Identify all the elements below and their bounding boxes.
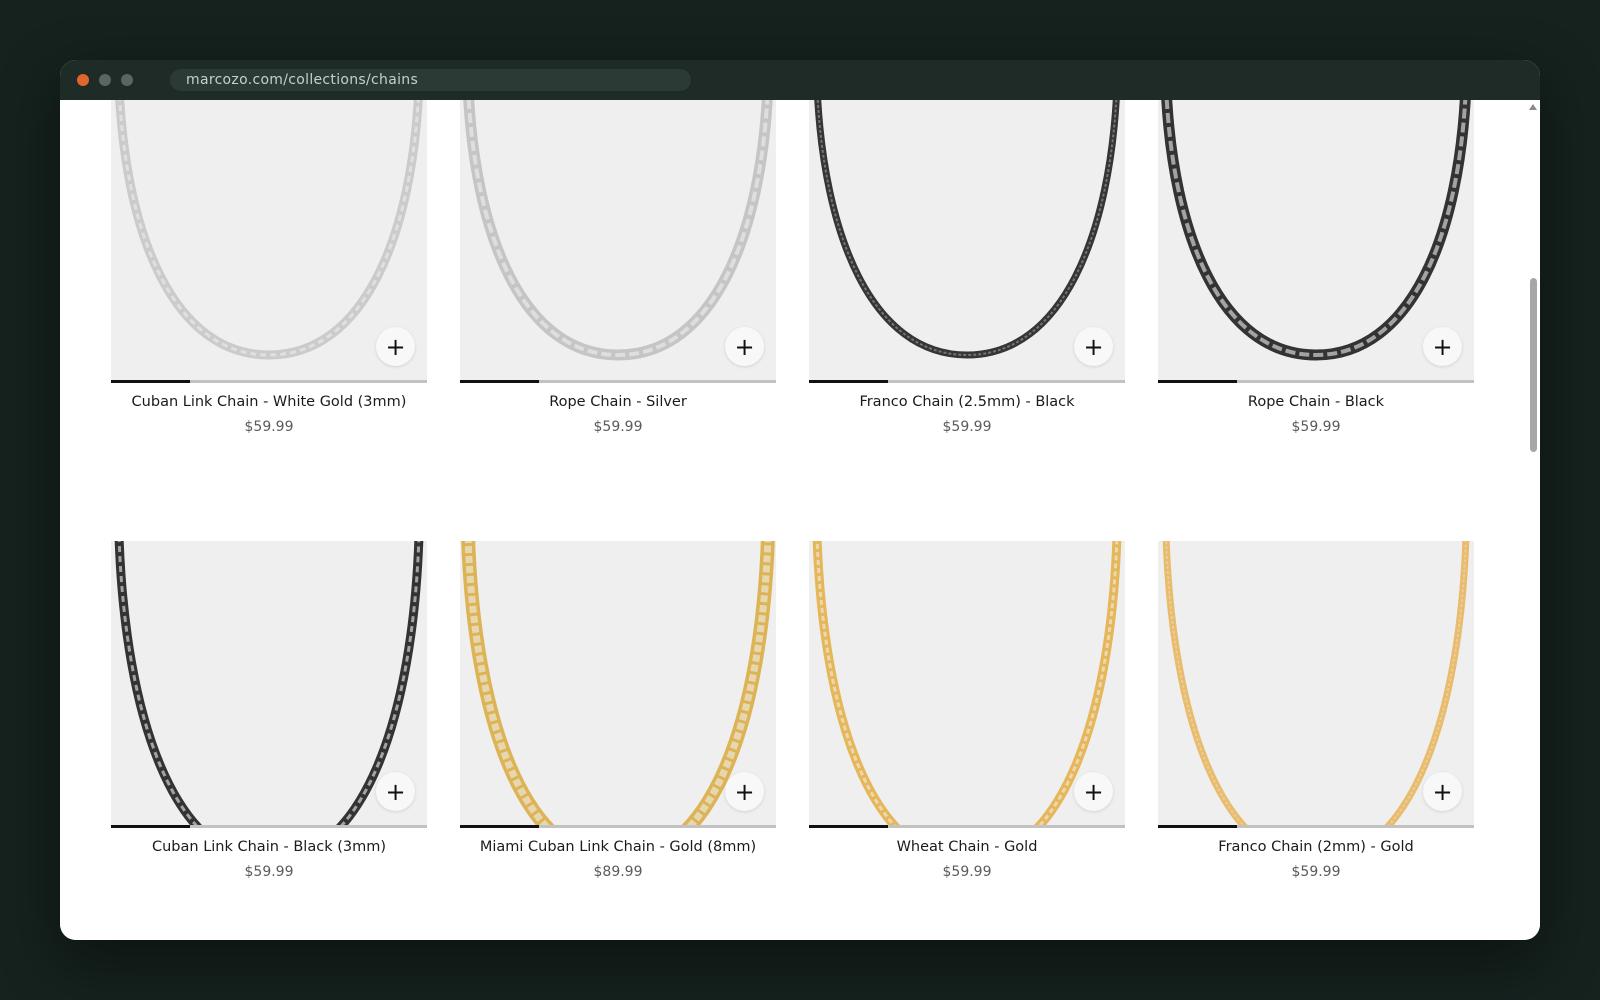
chain-strand <box>114 541 424 825</box>
product-title[interactable]: Franco Chain (2.5mm) - Black <box>809 394 1125 410</box>
chain-links <box>1165 541 1467 825</box>
chain-strand <box>1161 100 1471 361</box>
image-carousel-progress <box>809 380 1125 383</box>
carousel-progress-fill <box>1158 380 1237 383</box>
product-price: $59.99 <box>593 419 643 435</box>
image-carousel-progress <box>1158 825 1474 828</box>
carousel-progress-fill <box>809 825 888 828</box>
product-image[interactable]: + <box>460 541 776 825</box>
product-price: $59.99 <box>1291 419 1341 435</box>
product-title[interactable]: Rope Chain - Black <box>1158 394 1474 410</box>
carousel-progress-fill <box>111 380 190 383</box>
product-title[interactable]: Cuban Link Chain - White Gold (3mm) <box>111 394 427 410</box>
product-image[interactable]: + <box>111 100 427 380</box>
image-carousel-progress <box>809 825 1125 828</box>
chain-strand <box>814 100 1120 359</box>
maximize-window-button[interactable] <box>121 74 133 86</box>
product-price: $59.99 <box>244 864 294 880</box>
product-title[interactable]: Miami Cuban Link Chain - Gold (8mm) <box>460 839 776 855</box>
scrollbar-thumb[interactable] <box>1530 278 1537 452</box>
product-image[interactable]: + <box>111 541 427 825</box>
product-price: $59.99 <box>244 419 294 435</box>
product-title[interactable]: Franco Chain (2mm) - Gold <box>1158 839 1474 855</box>
carousel-progress-fill <box>111 825 190 828</box>
quick-add-button[interactable]: + <box>725 772 764 811</box>
product-card[interactable]: + Miami Cuban Link Chain - Gold (8mm) $89.… <box>460 100 776 880</box>
quick-add-button[interactable]: + <box>1074 772 1113 811</box>
browser-titlebar: marcozo.com/collections/chains <box>60 60 1540 100</box>
chain-strand <box>1162 541 1470 825</box>
page-viewport: + Cuban Link Chain - White Gold (3mm) $59.… <box>60 100 1540 940</box>
chain-strand <box>115 100 423 360</box>
chain-strand <box>461 541 775 825</box>
image-carousel-progress <box>111 825 427 828</box>
product-title[interactable]: Cuban Link Chain - Black (3mm) <box>111 839 427 855</box>
chain-links <box>1164 100 1468 358</box>
carousel-progress-fill <box>809 380 888 383</box>
quick-add-button[interactable]: + <box>376 772 415 811</box>
image-carousel-progress <box>1158 380 1474 383</box>
browser-window: marcozo.com/collections/chains + Cuban Li… <box>60 60 1540 940</box>
close-window-button[interactable] <box>77 74 89 86</box>
product-image[interactable]: + <box>460 100 776 380</box>
product-image[interactable]: + <box>1158 541 1474 825</box>
chain-strand <box>812 541 1122 825</box>
product-price: $59.99 <box>942 864 992 880</box>
minimize-window-button[interactable] <box>99 74 111 86</box>
quick-add-button[interactable]: + <box>1423 327 1462 366</box>
product-price: $59.99 <box>942 419 992 435</box>
product-card[interactable]: + Wheat Chain - Gold $59.99 <box>809 100 1125 880</box>
product-image[interactable]: + <box>809 541 1125 825</box>
chain-links <box>118 100 420 357</box>
product-price: $59.99 <box>1291 864 1341 880</box>
chain-links <box>466 100 770 358</box>
quick-add-button[interactable]: + <box>725 327 764 366</box>
carousel-progress-fill <box>1158 825 1237 828</box>
image-carousel-progress <box>111 380 427 383</box>
quick-add-button[interactable]: + <box>1074 327 1113 366</box>
carousel-progress-fill <box>460 825 539 828</box>
product-title[interactable]: Wheat Chain - Gold <box>809 839 1125 855</box>
product-card[interactable]: + Cuban Link Chain - Black (3mm) $59.99 <box>111 100 427 880</box>
quick-add-button[interactable]: + <box>1423 772 1462 811</box>
vertical-scrollbar[interactable] <box>1528 100 1540 940</box>
product-image[interactable]: + <box>1158 100 1474 380</box>
quick-add-button[interactable]: + <box>376 327 415 366</box>
product-price: $89.99 <box>593 864 643 880</box>
product-image[interactable]: + <box>809 100 1125 380</box>
image-carousel-progress <box>460 825 776 828</box>
image-carousel-progress <box>460 380 776 383</box>
chain-links <box>816 100 1118 357</box>
product-card[interactable]: + Franco Chain (2mm) - Gold $59.99 <box>1158 100 1474 880</box>
carousel-progress-fill <box>460 380 539 383</box>
chain-strand <box>463 100 773 361</box>
scroll-up-arrow-icon[interactable] <box>1529 104 1537 110</box>
address-bar[interactable]: marcozo.com/collections/chains <box>170 69 691 91</box>
product-title[interactable]: Rope Chain - Silver <box>460 394 776 410</box>
